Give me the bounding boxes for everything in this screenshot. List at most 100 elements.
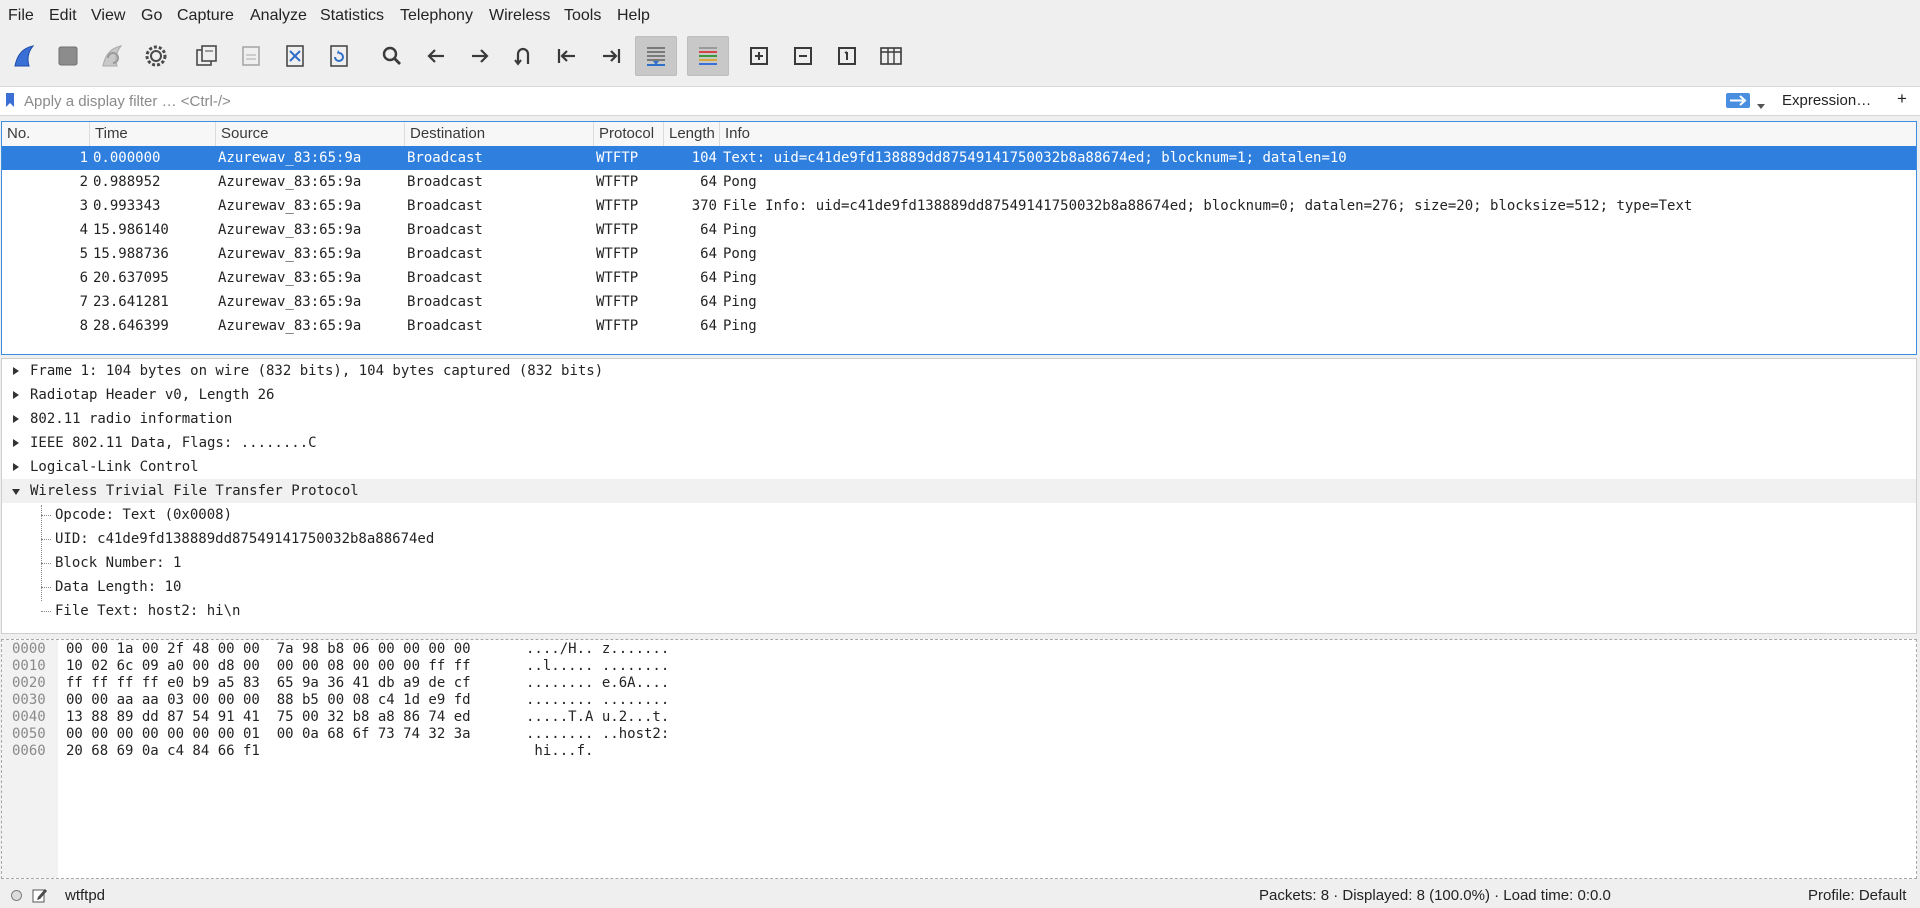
bytes-row[interactable]: 0040 13 88 89 dd 87 54 91 41 75 00 32 b8 …: [2, 709, 1916, 726]
bytes-ascii: ........ ..host2:: [526, 726, 670, 742]
packet-details[interactable]: Frame 1: 104 bytes on wire (832 bits), 1…: [1, 358, 1917, 634]
menu-go[interactable]: Go: [141, 7, 162, 25]
menu-tools[interactable]: Tools: [564, 7, 601, 25]
menu-analyze[interactable]: Analyze: [250, 7, 307, 25]
cell-source: Azurewav_83:65:9a: [218, 150, 362, 166]
bytes-row[interactable]: 0020 ff ff ff ff e0 b9 a5 83 65 9a 36 41 …: [2, 675, 1916, 692]
column-destination[interactable]: Destination: [405, 122, 594, 146]
colorize-icon[interactable]: [687, 36, 729, 76]
detail-llc[interactable]: Logical-Link Control: [2, 455, 1916, 479]
packet-bytes[interactable]: 0000 00 00 1a 00 2f 48 00 00 7a 98 b8 06 …: [1, 639, 1917, 879]
cell-protocol: WTFTP: [596, 270, 639, 286]
display-filter-input[interactable]: [22, 87, 1726, 115]
menu-wireless[interactable]: Wireless: [489, 7, 550, 25]
packet-row[interactable]: 6 20.637095 Azurewav_83:65:9a Broadcast WTFT…: [2, 266, 1916, 290]
capture-options-gear-icon[interactable]: [138, 39, 174, 73]
detail-block-number[interactable]: Block Number: 1: [2, 551, 1916, 575]
expand-arrow-icon[interactable]: [13, 391, 19, 399]
detail-wtftp[interactable]: Wireless Trivial File Transfer Protocol: [2, 479, 1916, 503]
bytes-row[interactable]: 0000 00 00 1a 00 2f 48 00 00 7a 98 b8 06 …: [2, 641, 1916, 658]
bytes-row[interactable]: 0010 10 02 6c 09 a0 00 d8 00 00 00 08 00 …: [2, 658, 1916, 675]
bytes-row[interactable]: 0050 00 00 00 00 00 00 00 01 00 0a 68 6f …: [2, 726, 1916, 743]
tree-branch: [41, 539, 51, 540]
shark-fin-start-icon[interactable]: [6, 39, 42, 73]
expression-button[interactable]: Expression…: [1782, 92, 1871, 109]
packet-row[interactable]: 3 0.993343 Azurewav_83:65:9a Broadcast WTFTP…: [2, 194, 1916, 218]
menu-view[interactable]: View: [91, 7, 125, 25]
menu-edit[interactable]: Edit: [49, 7, 77, 25]
cell-length: 64: [700, 174, 717, 190]
menu-help[interactable]: Help: [617, 7, 650, 25]
packet-list-header: No. Time Source Destination Protocol Len…: [2, 122, 1916, 147]
expert-info-led-icon[interactable]: [11, 890, 22, 901]
packet-row[interactable]: 7 23.641281 Azurewav_83:65:9a Broadcast WTFT…: [2, 290, 1916, 314]
packet-row[interactable]: 4 15.986140 Azurewav_83:65:9a Broadcast WTFT…: [2, 218, 1916, 242]
cell-length: 64: [700, 318, 717, 334]
filter-history-dropdown-icon[interactable]: [1757, 97, 1765, 114]
detail-radiotap[interactable]: Radiotap Header v0, Length 26: [2, 383, 1916, 407]
packet-row[interactable]: 8 28.646399 Azurewav_83:65:9a Broadcast WTFT…: [2, 314, 1916, 338]
resize-columns-icon[interactable]: [873, 39, 909, 73]
stop-square-icon[interactable]: [50, 39, 86, 73]
go-forward-icon[interactable]: [462, 39, 498, 73]
cell-destination: Broadcast: [407, 270, 483, 286]
detail-ieee80211[interactable]: IEEE 802.11 Data, Flags: ........C: [2, 431, 1916, 455]
zoom-in-icon[interactable]: [741, 39, 777, 73]
cell-no: 3: [79, 198, 88, 214]
column-no[interactable]: No.: [2, 122, 90, 146]
autoscroll-icon[interactable]: [635, 36, 677, 76]
cell-info: Text: uid=c41de9fd138889dd87549141750032…: [723, 150, 1347, 166]
column-source[interactable]: Source: [216, 122, 405, 146]
column-protocol[interactable]: Protocol: [594, 122, 664, 146]
detail-file-text[interactable]: File Text: host2: hi\n: [2, 599, 1916, 623]
close-file-icon[interactable]: [277, 39, 313, 73]
packet-row[interactable]: 5 15.988736 Azurewav_83:65:9a Broadcast WTFT…: [2, 242, 1916, 266]
expand-arrow-icon[interactable]: [13, 367, 19, 375]
packet-row[interactable]: 2 0.988952 Azurewav_83:65:9a Broadcast WTFTP…: [2, 170, 1916, 194]
tree-branch: [41, 587, 51, 588]
packet-row[interactable]: 1 0.000000 Azurewav_83:65:9a Broadcast WTFTP…: [2, 146, 1916, 170]
menu-capture[interactable]: Capture: [177, 7, 234, 25]
cell-time: 23.641281: [93, 294, 169, 310]
column-info[interactable]: Info: [720, 122, 1915, 146]
detail-data-length[interactable]: Data Length: 10: [2, 575, 1916, 599]
apply-filter-arrow-icon[interactable]: [1726, 93, 1750, 112]
add-filter-button[interactable]: +: [1897, 89, 1907, 109]
expand-arrow-icon[interactable]: [13, 439, 19, 447]
shark-fin-restart-icon[interactable]: [94, 39, 130, 73]
detail-opcode[interactable]: Opcode: Text (0x0008): [2, 503, 1916, 527]
cell-source: Azurewav_83:65:9a: [218, 222, 362, 238]
go-last-icon[interactable]: [593, 39, 629, 73]
bytes-ascii: .....T.A u.2...t.: [526, 709, 670, 725]
status-profile[interactable]: Profile: Default: [1808, 887, 1906, 904]
cell-info: Ping: [723, 318, 757, 334]
expand-arrow-icon[interactable]: [13, 463, 19, 471]
bytes-row[interactable]: 0030 00 00 aa aa 03 00 00 00 88 b5 00 08 …: [2, 692, 1916, 709]
save-file-icon[interactable]: [233, 39, 269, 73]
cell-info: Ping: [723, 270, 757, 286]
bookmark-icon[interactable]: [5, 93, 15, 112]
collapse-arrow-icon[interactable]: [12, 489, 20, 495]
column-length[interactable]: Length: [664, 122, 720, 146]
menu-statistics[interactable]: Statistics: [320, 7, 384, 25]
detail-uid[interactable]: UID: c41de9fd138889dd87549141750032b8a88…: [2, 527, 1916, 551]
zoom-out-icon[interactable]: [785, 39, 821, 73]
menu-bar: File Edit View Go Capture Analyze Statis…: [0, 0, 1920, 32]
detail-radio-info[interactable]: 802.11 radio information: [2, 407, 1916, 431]
cell-length: 370: [691, 198, 717, 214]
reload-file-icon[interactable]: [321, 39, 357, 73]
go-first-icon[interactable]: [549, 39, 585, 73]
expand-arrow-icon[interactable]: [13, 415, 19, 423]
go-back-icon[interactable]: [418, 39, 454, 73]
zoom-normal-icon[interactable]: [829, 39, 865, 73]
open-file-icon[interactable]: [189, 39, 225, 73]
menu-telephony[interactable]: Telephony: [400, 7, 473, 25]
detail-frame[interactable]: Frame 1: 104 bytes on wire (832 bits), 1…: [2, 359, 1916, 383]
go-to-packet-icon[interactable]: [505, 39, 541, 73]
search-icon[interactable]: [374, 39, 410, 73]
column-time[interactable]: Time: [90, 122, 216, 146]
packet-list[interactable]: No. Time Source Destination Protocol Len…: [1, 121, 1917, 355]
capture-comment-edit-icon[interactable]: [32, 887, 48, 907]
bytes-row[interactable]: 0060 20 68 69 0a c4 84 66 f1 hi...f.: [2, 743, 1916, 760]
menu-file[interactable]: File: [8, 7, 34, 25]
